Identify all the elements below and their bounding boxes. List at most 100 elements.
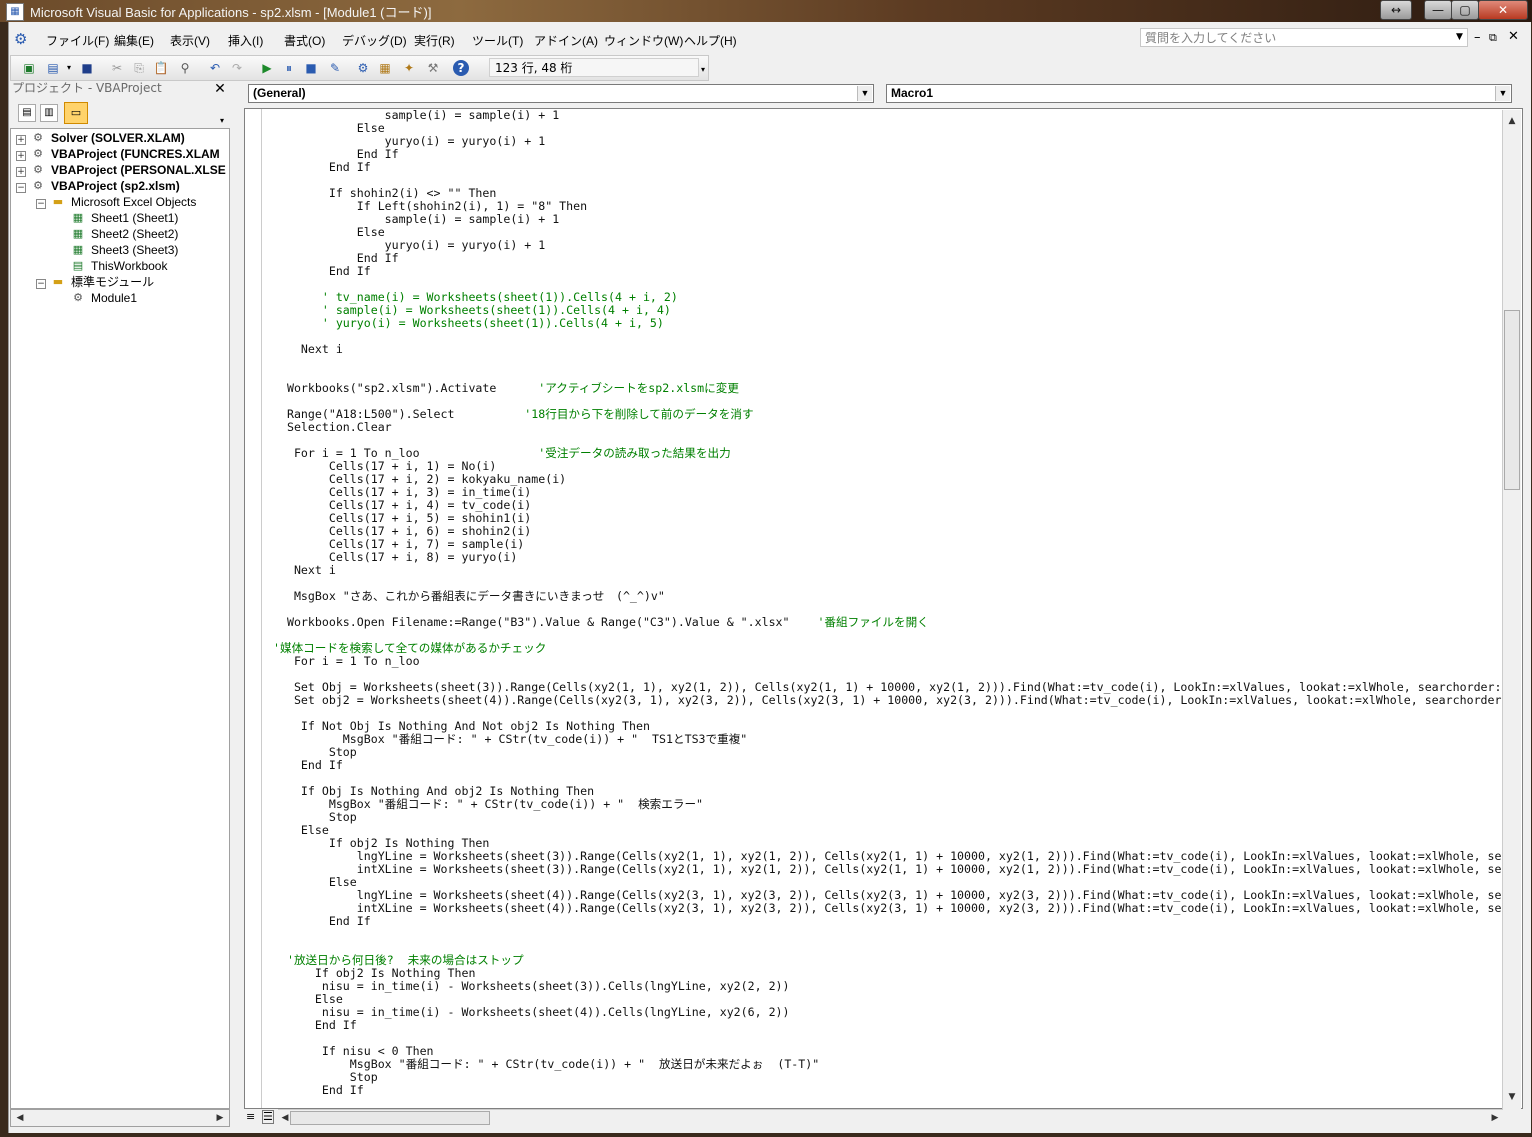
break-icon[interactable]: ⏸	[281, 60, 297, 76]
code-line[interactable]: Selection.Clear	[273, 421, 1503, 434]
minimize-button[interactable]: —	[1424, 0, 1452, 20]
toolbox-icon[interactable]: ⚒	[425, 60, 441, 76]
tree-node-funcres[interactable]: VBAProject (FUNCRES.XLAM	[51, 146, 220, 162]
design-mode-icon[interactable]: ✎	[327, 60, 343, 76]
cut-icon[interactable]: ✂	[109, 60, 125, 76]
code-line[interactable]: Next i	[273, 343, 1503, 356]
undo-icon[interactable]: ↶	[207, 60, 223, 76]
code-line[interactable]: End If	[273, 915, 1503, 928]
help-search-input[interactable]: 質問を入力してください	[1140, 28, 1468, 47]
panel-scroll-up-icon[interactable]: ▾	[220, 116, 224, 125]
code-line[interactable]: End If	[273, 161, 1503, 174]
menu-addins[interactable]: アドイン(A)	[534, 32, 598, 49]
code-editor[interactable]: sample(i) = sample(i) + 1 Else yuryo(i) …	[244, 108, 1523, 1109]
menu-edit[interactable]: 編集(E)	[114, 32, 154, 49]
tree-node-sheet3[interactable]: Sheet3 (Sheet3)	[91, 242, 178, 258]
code-line[interactable]: End If	[273, 265, 1503, 278]
menu-window[interactable]: ウィンドウ(W)	[604, 32, 683, 49]
excel-view-icon[interactable]: ▣	[21, 60, 37, 76]
code-line[interactable]: Range("A18:L500").Select '18行目から下を削除して前の…	[273, 408, 1503, 421]
child-minimize-icon[interactable]: –	[1474, 30, 1481, 45]
project-explorer-icon[interactable]: ⚙	[355, 60, 371, 76]
find-icon[interactable]: ⚲	[177, 60, 193, 76]
margin-indicator-bar[interactable]	[245, 109, 262, 1108]
code-line[interactable]: Set obj2 = Worksheets(sheet(4)).Range(Ce…	[273, 694, 1503, 707]
scroll-down-icon[interactable]: ▼	[1505, 1090, 1519, 1104]
insert-dropdown-icon[interactable]: ▾	[61, 60, 77, 76]
tree-node-personal[interactable]: VBAProject (PERSONAL.XLSE	[51, 162, 226, 178]
code-line[interactable]: Workbooks("sp2.xlsm").Activate 'アクティブシート…	[273, 382, 1503, 395]
toggle-folders-icon[interactable]: ▭	[64, 102, 88, 124]
scroll-right-icon[interactable]: ▶	[1488, 1111, 1502, 1125]
tree-node-sp2[interactable]: VBAProject (sp2.xlsm)	[51, 178, 180, 194]
tree-node-sheet2[interactable]: Sheet2 (Sheet2)	[91, 226, 178, 242]
menu-view[interactable]: 表示(V)	[170, 32, 210, 49]
menu-file[interactable]: ファイル(F)	[46, 32, 109, 49]
copy-icon[interactable]: ⎘	[131, 60, 147, 76]
scroll-up-icon[interactable]: ▲	[1505, 114, 1519, 128]
code-line[interactable]: Stop	[273, 746, 1503, 759]
collapse-icon[interactable]: −	[36, 279, 46, 289]
collapse-icon[interactable]: −	[16, 183, 26, 193]
code-line[interactable]: Workbooks.Open Filename:=Range("B3").Val…	[273, 616, 1503, 629]
code-line[interactable]	[273, 928, 1503, 941]
help-icon[interactable]: ?	[453, 60, 469, 76]
vba-menu-icon[interactable]: ⚙	[14, 30, 27, 48]
chevron-down-icon[interactable]: ▼	[1495, 86, 1510, 101]
code-line[interactable]: MsgBox "さあ、これから番組表にデータ書きにいきまっせ (^_^)v"	[273, 590, 1503, 603]
paste-icon[interactable]: 📋	[153, 60, 169, 76]
code-line[interactable]: Next i	[273, 564, 1503, 577]
code-line[interactable]: yuryo(i) = yuryo(i) + 1	[273, 135, 1503, 148]
menu-run[interactable]: 実行(R)	[414, 32, 455, 49]
code-line[interactable]: End If	[273, 148, 1503, 161]
code-line[interactable]: End If	[273, 1019, 1503, 1032]
collapse-icon[interactable]: −	[36, 199, 46, 209]
code-line[interactable]: Cells(17 + i, 8) = yuryo(i)	[273, 551, 1503, 564]
child-restore-icon[interactable]: ⧉	[1489, 31, 1497, 45]
child-close-icon[interactable]: ✕	[1508, 29, 1519, 44]
close-button[interactable]: ✕	[1478, 0, 1528, 20]
tree-node-excel-objects[interactable]: Microsoft Excel Objects	[71, 194, 196, 210]
code-line[interactable]: sample(i) = sample(i) + 1	[273, 213, 1503, 226]
tree-node-std-modules[interactable]: 標準モジュール	[71, 274, 154, 290]
menu-insert[interactable]: 挿入(I)	[228, 32, 263, 49]
tree-node-thisworkbook[interactable]: ThisWorkbook	[91, 258, 167, 274]
code-line[interactable]: nisu = in_time(i) - Worksheets(sheet(4))…	[273, 1006, 1503, 1019]
code-line[interactable]: End If	[273, 252, 1503, 265]
code-line[interactable]: yuryo(i) = yuryo(i) + 1	[273, 239, 1503, 252]
code-vscrollbar[interactable]: ▲ ▼	[1502, 110, 1521, 1109]
code-line[interactable]: End If	[273, 759, 1503, 772]
object-browser-icon[interactable]: ✦	[401, 60, 417, 76]
vba-app-icon[interactable]: ▦	[6, 3, 24, 21]
redo-icon[interactable]: ↷	[229, 60, 245, 76]
code-line[interactable]: '媒体コードを検索して全ての媒体があるかチェック	[273, 642, 1503, 655]
code-hscrollbar[interactable]: ◀ ▶	[278, 1109, 1503, 1127]
project-close-icon[interactable]: ✕	[213, 82, 227, 96]
code-line[interactable]: MsgBox "番組コード: " + CStr(tv_code(i)) + " …	[273, 1058, 1503, 1071]
expand-icon[interactable]: +	[16, 167, 26, 177]
expand-icon[interactable]: +	[16, 135, 26, 145]
view-object-icon[interactable]: ▥	[40, 104, 58, 122]
title-bar[interactable]: ▦ Microsoft Visual Basic for Application…	[0, 0, 1532, 22]
code-line[interactable]: intXLine = Worksheets(sheet(3)).Range(Ce…	[273, 863, 1503, 876]
menu-help[interactable]: ヘルプ(H)	[684, 32, 737, 49]
hscroll-thumb[interactable]	[290, 1111, 490, 1125]
menu-format[interactable]: 書式(O)	[284, 32, 325, 49]
code-lines[interactable]: sample(i) = sample(i) + 1 Else yuryo(i) …	[273, 109, 1503, 1108]
expand-icon[interactable]: +	[16, 151, 26, 161]
tree-node-module1[interactable]: Module1	[91, 290, 137, 306]
properties-icon[interactable]: ▦	[377, 60, 393, 76]
help-dropdown-icon[interactable]: ▼	[1456, 32, 1463, 42]
vscroll-thumb[interactable]	[1504, 310, 1520, 490]
code-line[interactable]: MsgBox "番組コード: " + CStr(tv_code(i)) + " …	[273, 733, 1503, 746]
scroll-right-icon[interactable]: ▶	[213, 1111, 227, 1125]
save-icon[interactable]: ■	[79, 60, 95, 76]
chevron-down-icon[interactable]: ▼	[857, 86, 872, 101]
object-dropdown[interactable]: (General) ▼	[248, 84, 874, 103]
code-line[interactable]: Stop	[273, 1071, 1503, 1084]
code-line[interactable]	[273, 1032, 1503, 1045]
code-line[interactable]: nisu = in_time(i) - Worksheets(sheet(3))…	[273, 980, 1503, 993]
view-code-icon[interactable]: ▤	[18, 104, 36, 122]
run-icon[interactable]: ▶	[259, 60, 275, 76]
code-line[interactable]: Stop	[273, 811, 1503, 824]
